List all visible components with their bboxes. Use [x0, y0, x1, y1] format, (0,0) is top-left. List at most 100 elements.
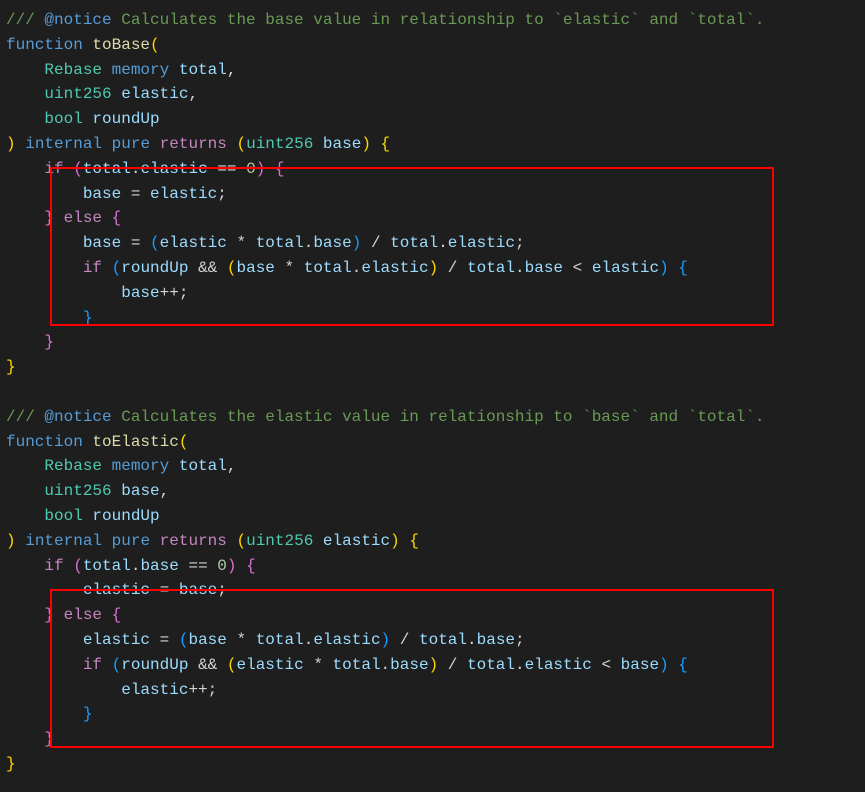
var: elastic — [83, 631, 150, 649]
op: < — [573, 259, 583, 277]
function-name: toBase — [92, 36, 150, 54]
if-kw: if — [44, 160, 63, 178]
code-line: base = elastic; — [6, 182, 865, 207]
keyword-function: function — [6, 36, 83, 54]
code-line: elastic++; — [6, 678, 865, 703]
var: base — [236, 259, 274, 277]
var: total — [256, 631, 304, 649]
code-line: } — [6, 752, 865, 777]
code-line: elastic = base; — [6, 578, 865, 603]
comment: /// — [6, 408, 44, 426]
var: total — [256, 234, 304, 252]
code-line: ) internal pure returns (uint256 base) { — [6, 132, 865, 157]
code-line: uint256 base, — [6, 479, 865, 504]
code-line: ) internal pure returns (uint256 elastic… — [6, 529, 865, 554]
prop: base — [313, 234, 351, 252]
code-line: if (total.elastic == 0) { — [6, 157, 865, 182]
code-line: } else { — [6, 603, 865, 628]
param: total — [179, 457, 227, 475]
ret-name: base — [323, 135, 361, 153]
code-line: /// @notice Calculates the base value in… — [6, 8, 865, 33]
param: elastic — [121, 85, 188, 103]
op: ++ — [160, 284, 179, 302]
code-line: /// @notice Calculates the elastic value… — [6, 405, 865, 430]
param: total — [179, 61, 227, 79]
var: total — [390, 234, 438, 252]
code-line: function toElastic( — [6, 430, 865, 455]
var: total — [83, 160, 131, 178]
comment-text: Calculates the base value in relationshi… — [112, 11, 765, 29]
op: && — [198, 656, 217, 674]
code-line: elastic = (base * total.elastic) / total… — [6, 628, 865, 653]
var: total — [419, 631, 467, 649]
op: * — [236, 234, 246, 252]
type: uint256 — [246, 135, 313, 153]
op: * — [285, 259, 295, 277]
op: < — [601, 656, 611, 674]
modifier: memory — [112, 61, 170, 79]
number: 0 — [217, 557, 227, 575]
type: uint256 — [44, 85, 111, 103]
code-line: function toBase( — [6, 33, 865, 58]
code-line: uint256 elastic, — [6, 82, 865, 107]
doc-tag: @notice — [44, 11, 111, 29]
var: base — [83, 234, 121, 252]
var: roundUp — [121, 259, 188, 277]
returns-kw: returns — [160, 532, 227, 550]
blank-line — [6, 380, 865, 405]
number: 0 — [246, 160, 256, 178]
modifier: pure — [112, 532, 150, 550]
comment: /// — [6, 11, 44, 29]
type: Rebase — [44, 457, 102, 475]
op: = — [131, 185, 141, 203]
prop: base — [140, 557, 178, 575]
prop: base — [525, 259, 563, 277]
op: / — [371, 234, 381, 252]
op: / — [448, 656, 458, 674]
param: roundUp — [92, 507, 159, 525]
else-kw: else — [64, 209, 102, 227]
op: = — [160, 631, 170, 649]
var: roundUp — [121, 656, 188, 674]
var: elastic — [236, 656, 303, 674]
prop: elastic — [448, 234, 515, 252]
prop: elastic — [525, 656, 592, 674]
op: / — [448, 259, 458, 277]
op: = — [160, 581, 170, 599]
var: total — [304, 259, 352, 277]
code-line: base = (elastic * total.base) / total.el… — [6, 231, 865, 256]
function-name: toElastic — [92, 433, 178, 451]
var: total — [467, 259, 515, 277]
modifier: internal — [25, 135, 102, 153]
var: elastic — [592, 259, 659, 277]
code-line: } — [6, 330, 865, 355]
var: base — [179, 581, 217, 599]
op: == — [188, 557, 207, 575]
modifier: internal — [25, 532, 102, 550]
doc-tag: @notice — [44, 408, 111, 426]
op: = — [131, 234, 141, 252]
code-line: } — [6, 355, 865, 380]
code-editor[interactable]: /// @notice Calculates the base value in… — [0, 0, 865, 777]
var: total — [83, 557, 131, 575]
code-line: if (roundUp && (elastic * total.base) / … — [6, 653, 865, 678]
modifier: pure — [112, 135, 150, 153]
type: uint256 — [44, 482, 111, 500]
var: elastic — [160, 234, 227, 252]
if-kw: if — [83, 259, 102, 277]
prop: elastic — [313, 631, 380, 649]
code-line: base++; — [6, 281, 865, 306]
var: total — [467, 656, 515, 674]
type: uint256 — [246, 532, 313, 550]
code-line: Rebase memory total, — [6, 58, 865, 83]
param: roundUp — [92, 110, 159, 128]
op: * — [236, 631, 246, 649]
var: total — [333, 656, 381, 674]
keyword-function: function — [6, 433, 83, 451]
op: / — [400, 631, 410, 649]
code-line: Rebase memory total, — [6, 454, 865, 479]
code-line: if (total.base == 0) { — [6, 554, 865, 579]
comment-text: Calculates the elastic value in relation… — [112, 408, 765, 426]
var: elastic — [121, 681, 188, 699]
code-line: bool roundUp — [6, 504, 865, 529]
